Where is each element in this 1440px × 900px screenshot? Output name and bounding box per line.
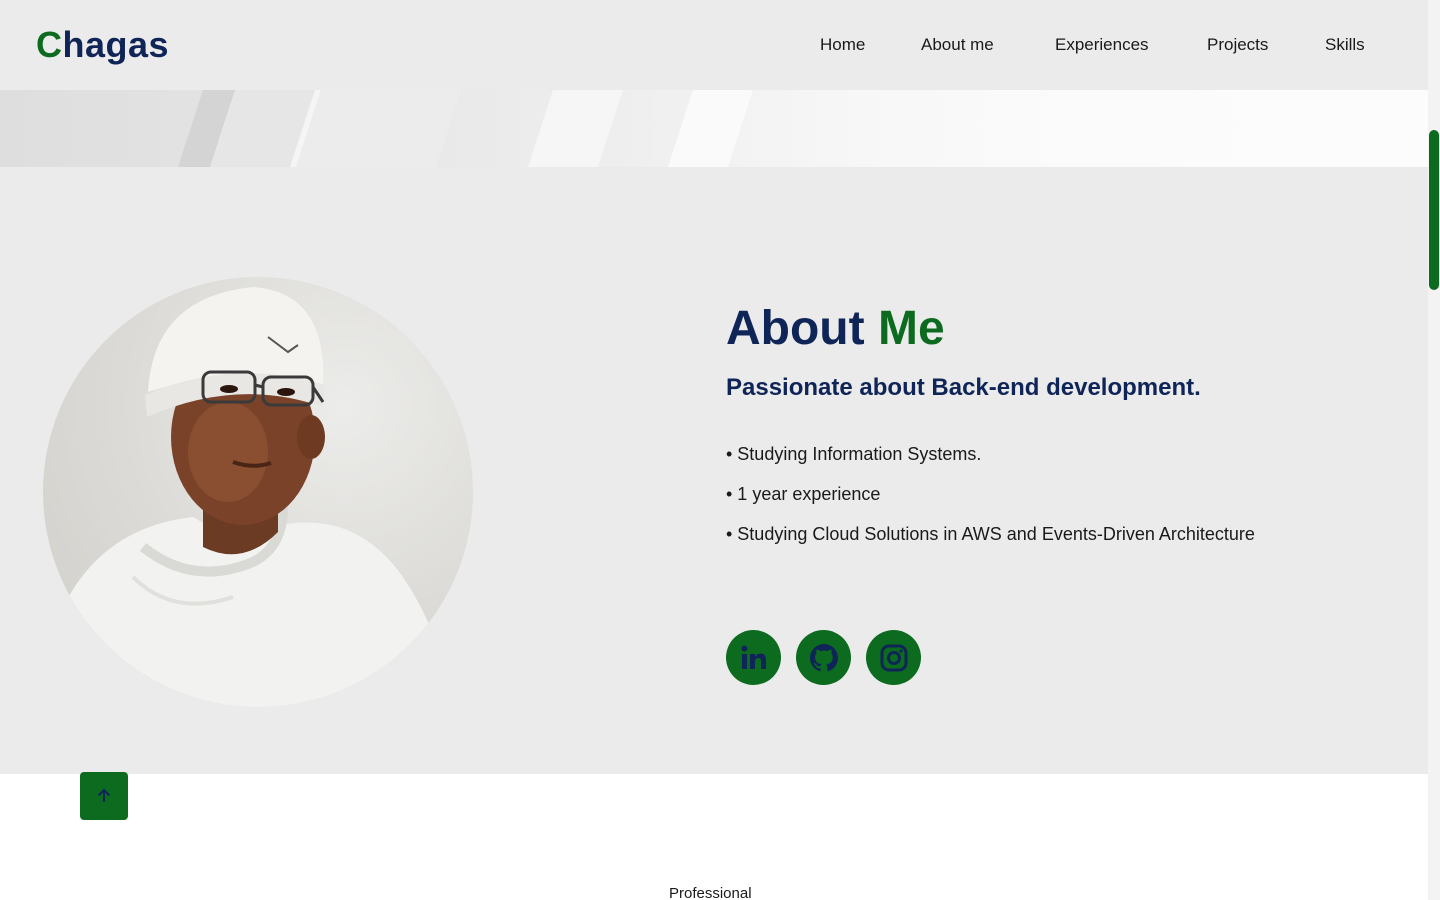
nav-projects[interactable]: Projects [1207, 33, 1268, 57]
page: Chagas Home About me Experiences Project… [0, 0, 1428, 900]
instagram-icon [880, 644, 907, 671]
github-icon [809, 643, 838, 671]
linkedin-icon [741, 645, 766, 669]
profile-photo [43, 277, 473, 707]
hero-banner-strip [0, 90, 1428, 167]
scrollbar-thumb[interactable] [1429, 130, 1439, 290]
nav-about-me[interactable]: About me [921, 33, 994, 57]
nav-home[interactable]: Home [820, 33, 865, 57]
banner-stripe [663, 90, 757, 167]
about-section: About Me Passionate about Back-end devel… [0, 167, 1428, 774]
linkedin-button[interactable] [726, 630, 781, 685]
professional-label: Professional [669, 885, 752, 900]
professional-section [0, 774, 1428, 900]
section-title: About Me [726, 299, 945, 359]
site-header: Chagas Home About me Experiences Project… [0, 0, 1428, 90]
bullet-item: • Studying Information Systems. [726, 444, 982, 464]
title-word-about: About [726, 302, 865, 355]
bullet-item: • Studying Cloud Solutions in AWS and Ev… [726, 524, 1255, 544]
banner-stripe [523, 90, 627, 167]
bullet-item: • 1 year experience [726, 484, 881, 504]
title-word-me: Me [877, 302, 945, 355]
arrow-up-icon [97, 788, 111, 802]
nav-skills[interactable]: Skills [1325, 33, 1365, 57]
profile-photo-illustration [43, 287, 453, 707]
section-subtitle: Passionate about Back-end development. [726, 374, 1201, 401]
main-nav: Home About me Experiences Projects Skill… [0, 33, 1428, 57]
nav-experiences[interactable]: Experiences [1055, 33, 1149, 57]
banner-stripe [291, 90, 465, 167]
instagram-button[interactable] [866, 630, 921, 685]
github-button[interactable] [796, 630, 851, 685]
back-to-top-button[interactable] [80, 772, 128, 820]
